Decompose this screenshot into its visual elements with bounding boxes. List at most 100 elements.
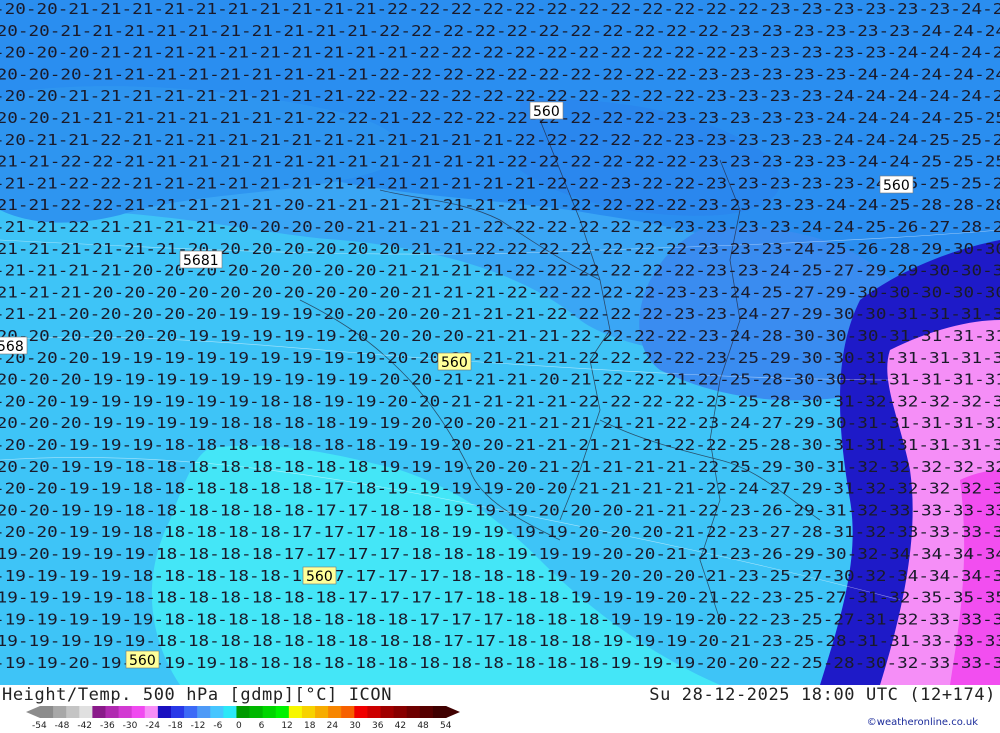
height-label: 5681 xyxy=(179,250,223,269)
scale-tick-label: -42 xyxy=(77,721,93,731)
temperature-row: -21-21-20-20-20-20-20-19-19-19-20-20-20-… xyxy=(0,305,1000,323)
temperature-row: -19-20-19-19-19-18-18-18-18-17-17-17-17-… xyxy=(0,545,1000,563)
temperature-row: -20-20-19-19-19-18-18-18-18-18-18-18-19-… xyxy=(0,436,1000,454)
scale-swatch xyxy=(210,706,224,718)
temperature-row: -20-20-19-19-18-18-18-18-18-18-17-18-19-… xyxy=(0,480,1000,498)
temperature-row: -20-20-21-21-21-21-21-21-21-21-22-22-21-… xyxy=(0,109,1000,127)
temperature-row: -20-20-20-21-21-21-21-21-21-21-21-21-22-… xyxy=(0,65,1000,83)
temperature-row: -21-21-21-21-20-20-20-20-20-20-20-20-21-… xyxy=(0,262,1000,280)
scale-swatch xyxy=(223,706,237,718)
temperature-row: -19-19-19-19-19-18-18-18-18-18-18-18-18-… xyxy=(0,632,1000,650)
scale-tick-label: -48 xyxy=(54,721,70,731)
scale-swatch xyxy=(66,706,80,718)
temperature-row: -21-21-22-22-21-21-21-21-21-21-21-21-21-… xyxy=(0,174,1000,192)
scale-tick-label: -30 xyxy=(122,721,138,731)
map-datetime: Su 28-12-2025 18:00 UTC (12+174) xyxy=(649,685,996,705)
height-label: 560 xyxy=(302,566,337,585)
svg-text:560: 560 xyxy=(129,653,156,669)
temperature-row: -20-20-20-19-19-19-19-19-19-19-19-19-20-… xyxy=(0,371,1000,389)
height-label: 560 xyxy=(879,175,914,194)
scale-tick-label: 18 xyxy=(304,721,316,731)
temperature-row: -20-20-19-19-18-18-18-18-18-17-17-17-18-… xyxy=(0,523,1000,541)
scale-swatch xyxy=(432,706,447,718)
scale-swatch xyxy=(236,706,250,718)
scale-tick-label: -36 xyxy=(100,721,115,731)
color-scale-tick-labels: -54 -48 -42 -36 -30 -24 -18 -12 -6 0 6 12 18 24 30 36 42… xyxy=(32,721,476,733)
scale-swatch xyxy=(92,706,106,718)
scale-arrow-left xyxy=(26,706,40,718)
scale-swatch xyxy=(301,706,316,718)
temperature-row: -20-20-21-21-21-21-21-21-21-21-21-21-22-… xyxy=(0,22,1000,40)
map-canvas: -20-20-21-21-21-21-21-21-21-21-21-21-22-… xyxy=(0,0,1000,685)
svg-text:560: 560 xyxy=(883,178,910,194)
temperature-labels: -20-20-21-21-21-21-21-21-21-21-21-21-22-… xyxy=(0,0,1000,672)
weather-map[interactable]: -20-20-21-21-21-21-21-21-21-21-21-21-22-… xyxy=(0,0,1000,685)
temperature-row: -20-20-20-19-19-19-19-19-19-19-19-19-20-… xyxy=(0,349,1000,367)
temperature-row: -19-19-19-19-18-18-18-18-18-18-18-17-17-… xyxy=(0,589,1000,607)
scale-tick-label: -12 xyxy=(190,721,206,731)
svg-text:5681: 5681 xyxy=(183,253,219,269)
scale-swatch xyxy=(288,706,303,718)
temperature-row: -20-20-20-21-21-21-21-21-21-21-21-21-21-… xyxy=(0,44,1000,62)
scale-swatch xyxy=(170,706,185,718)
scale-swatch xyxy=(144,706,159,718)
temperature-row: -20-20-19-19-18-18-18-18-18-18-18-18-19-… xyxy=(0,458,1000,476)
height-label: 568 xyxy=(0,336,28,355)
scale-swatch xyxy=(184,706,198,718)
scale-swatch xyxy=(40,706,54,718)
scale-swatch xyxy=(105,706,119,718)
site-credit[interactable]: ©weatheronline.co.uk xyxy=(867,717,978,728)
svg-text:568: 568 xyxy=(0,339,24,355)
height-label: 560 xyxy=(529,101,564,120)
scale-tick-label: 6 xyxy=(258,721,265,731)
temperature-row: -21-21-22-22-21-21-21-21-21-20-21-21-21-… xyxy=(0,196,1000,214)
scale-swatch xyxy=(315,706,329,718)
scale-tick-label: -24 xyxy=(145,721,161,731)
scale-swatch xyxy=(393,706,408,718)
scale-tick-label: -18 xyxy=(168,721,183,731)
scale-swatch xyxy=(406,706,421,718)
temperature-row: -21-21-22-22-21-21-21-21-21-21-21-21-21-… xyxy=(0,153,1000,171)
scale-tick-label: 54 xyxy=(440,721,452,731)
scale-swatch xyxy=(341,706,355,718)
temperature-row: -19-19-19-19-18-18-18-18-18-18-17-17-17-… xyxy=(0,567,1000,585)
temperature-row: -20-21-21-22-21-21-21-21-21-21-21-21-21-… xyxy=(0,131,1000,149)
scale-swatch xyxy=(367,706,381,718)
scale-arrow-right xyxy=(446,706,460,718)
height-label: 560 xyxy=(437,352,472,371)
temperature-row: -20-20-20-19-19-19-19-18-18-18-18-19-19-… xyxy=(0,414,1000,432)
temperature-row: -20-20-21-21-21-21-21-21-21-21-21-22-22-… xyxy=(0,87,1000,105)
temperature-row: -21-21-21-20-20-20-20-20-20-20-20-20-20-… xyxy=(0,283,1000,301)
svg-text:560: 560 xyxy=(533,104,560,120)
scale-swatch xyxy=(380,706,395,718)
scale-swatch xyxy=(249,706,264,718)
scale-swatch xyxy=(354,706,368,718)
temperature-row: -20-20-19-19-19-19-19-19-18-18-19-19-20-… xyxy=(0,392,1000,410)
map-title: Height/Temp. 500 hPa [gdmp][°C] ICON xyxy=(2,685,393,705)
scale-tick-label: 0 xyxy=(236,721,242,731)
scale-swatch xyxy=(79,706,93,718)
scale-swatch xyxy=(328,706,342,718)
scale-tick-label: -54 xyxy=(32,721,47,731)
scale-tick-label: 30 xyxy=(349,721,361,731)
temperature-row: -20-20-20-20-20-20-19-19-19-19-19-20-20-… xyxy=(0,327,1000,345)
scale-tick-label: 48 xyxy=(417,721,429,731)
temperature-row: -21-21-22-21-21-21-21-20-20-20-20-21-21-… xyxy=(0,218,1000,236)
color-scale xyxy=(26,706,460,718)
scale-swatch xyxy=(197,706,211,718)
temperature-row: -21-21-21-21-21-21-20-20-20-20-20-20-20-… xyxy=(0,240,1000,258)
scale-tick-label: 24 xyxy=(326,721,339,731)
svg-text:560: 560 xyxy=(441,355,468,371)
scale-swatch xyxy=(419,706,434,718)
temperature-row: -19-19-19-19-19-18-18-18-18-18-18-18-18-… xyxy=(0,610,1000,628)
scale-swatch xyxy=(262,706,277,718)
scale-tick-label: 42 xyxy=(394,721,407,731)
svg-text:560: 560 xyxy=(306,569,333,585)
temperature-row: -20-20-21-21-21-21-21-21-21-21-21-21-22-… xyxy=(0,0,1000,18)
scale-swatch xyxy=(53,706,67,718)
bottom-bar: Height/Temp. 500 hPa [gdmp][°C] ICON Su … xyxy=(0,685,1000,733)
temperature-row: -20-20-19-19-18-18-18-18-18-18-17-17-18-… xyxy=(0,501,1000,519)
scale-swatch xyxy=(157,706,172,718)
scale-tick-label: 36 xyxy=(372,721,384,731)
scale-swatch xyxy=(118,706,133,718)
